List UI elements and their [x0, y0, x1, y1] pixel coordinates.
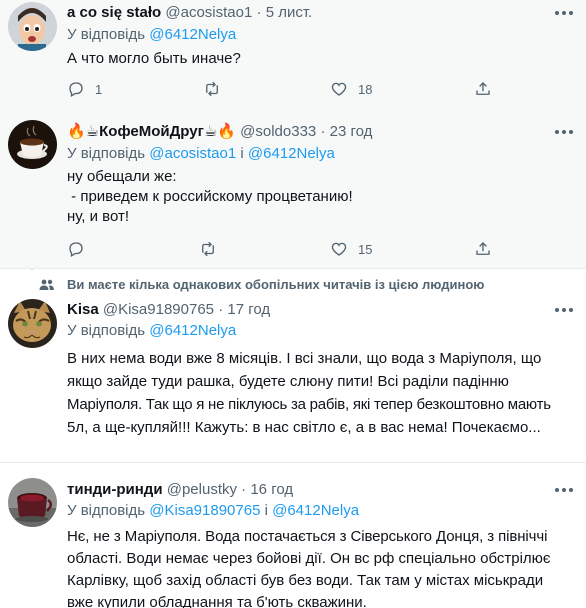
- timestamp[interactable]: 16 год: [250, 481, 293, 498]
- user-handle[interactable]: @Kisa91890765: [103, 301, 214, 318]
- avatar[interactable]: [8, 478, 57, 527]
- more-icon[interactable]: [554, 480, 574, 500]
- like-button[interactable]: 15: [330, 239, 372, 259]
- tweet-4[interactable]: тинди-ринди @pelustky · 16 год У відпові…: [0, 464, 586, 608]
- timestamp[interactable]: 5 лист.: [266, 4, 313, 21]
- user-handle[interactable]: @pelustky: [167, 481, 237, 498]
- separator-dot: ·: [256, 4, 262, 21]
- social-context: Ви маєте кілька однакових обопільних чит…: [67, 277, 485, 292]
- reply-icon: [69, 242, 83, 257]
- display-name[interactable]: Kisa: [67, 301, 99, 318]
- like-icon: [331, 82, 347, 96]
- tweet-3[interactable]: Ви маєте кілька однакових обопільних чит…: [0, 270, 586, 463]
- retweet-icon: [202, 241, 214, 257]
- tweet-header: 🔥☕КофеМойДруг☕🔥 @soldo333 · 23 год: [67, 122, 372, 142]
- tweet-text: А что могло быть иначе?: [67, 50, 241, 67]
- separator-dot: ·: [241, 481, 247, 498]
- display-name[interactable]: a co się stało: [67, 4, 161, 21]
- separator-dot: ·: [320, 123, 326, 140]
- action-bar: 1 18: [67, 79, 507, 99]
- like-icon: [331, 242, 347, 256]
- replying-to: У відповідь @Kisa91890765 і @6412Nelya: [67, 502, 360, 519]
- action-bar: 15: [67, 239, 507, 259]
- avatar[interactable]: [8, 2, 57, 51]
- avatar[interactable]: [8, 120, 57, 169]
- like-count: 18: [358, 81, 373, 97]
- mention-link[interactable]: @Kisa91890765: [149, 502, 260, 519]
- tweet-text: В них нема води вже 8 місяців. І всі зна…: [67, 350, 551, 436]
- replying-to: У відповідь @acosistao1 і @6412Nelya: [67, 145, 335, 162]
- reply-button[interactable]: [67, 239, 85, 259]
- reply-button[interactable]: 1: [67, 79, 102, 99]
- retweet-button[interactable]: [203, 79, 221, 99]
- mention-link[interactable]: @6412Nelya: [272, 502, 359, 519]
- user-handle[interactable]: @acosistao1: [165, 4, 252, 21]
- reply-count: 1: [95, 81, 103, 97]
- retweet-button[interactable]: [199, 239, 217, 259]
- separator-dot: ·: [218, 301, 224, 318]
- more-icon[interactable]: [554, 300, 574, 320]
- avatar[interactable]: [8, 299, 57, 348]
- mention-link[interactable]: @6412Nelya: [149, 322, 236, 339]
- tweet-1[interactable]: a co się stało @acosistao1 · 5 лист. У в…: [0, 0, 586, 110]
- people-icon: [39, 279, 54, 290]
- retweet-icon: [206, 81, 218, 97]
- timestamp[interactable]: 17 год: [227, 301, 270, 318]
- reply-icon: [69, 82, 83, 97]
- tweet-header: тинди-ринди @pelustky · 16 год: [67, 480, 293, 500]
- display-name[interactable]: тинди-ринди: [67, 481, 163, 498]
- mention-link[interactable]: @6412Nelya: [248, 145, 335, 162]
- replying-to: У відповідь @6412Nelya: [67, 322, 237, 339]
- share-button[interactable]: [474, 79, 492, 99]
- tweet-text: ну обещали же: - приведем к российскому …: [67, 168, 353, 225]
- tweet-2[interactable]: 🔥☕КофеМойДруг☕🔥 @soldo333 · 23 год У від…: [0, 110, 586, 269]
- tweet-header: Kisa @Kisa91890765 · 17 год: [67, 300, 270, 320]
- more-icon[interactable]: [554, 122, 574, 142]
- more-icon[interactable]: [554, 3, 574, 23]
- timestamp[interactable]: 23 год: [330, 123, 373, 140]
- display-name[interactable]: 🔥☕КофеМойДруг☕🔥: [67, 123, 236, 140]
- share-icon: [476, 242, 490, 255]
- replying-to: У відповідь @6412Nelya: [67, 26, 237, 43]
- share-button[interactable]: [474, 239, 492, 259]
- user-handle[interactable]: @soldo333: [240, 123, 316, 140]
- like-button[interactable]: 18: [330, 79, 372, 99]
- mention-link[interactable]: @6412Nelya: [149, 26, 236, 43]
- share-icon: [476, 82, 490, 95]
- tweet-header: a co się stało @acosistao1 · 5 лист.: [67, 3, 312, 23]
- like-count: 15: [358, 241, 373, 257]
- mention-link[interactable]: @acosistao1: [149, 145, 236, 162]
- tweet-text: Нє, не з Маріуполя. Вода постачається з …: [67, 528, 551, 608]
